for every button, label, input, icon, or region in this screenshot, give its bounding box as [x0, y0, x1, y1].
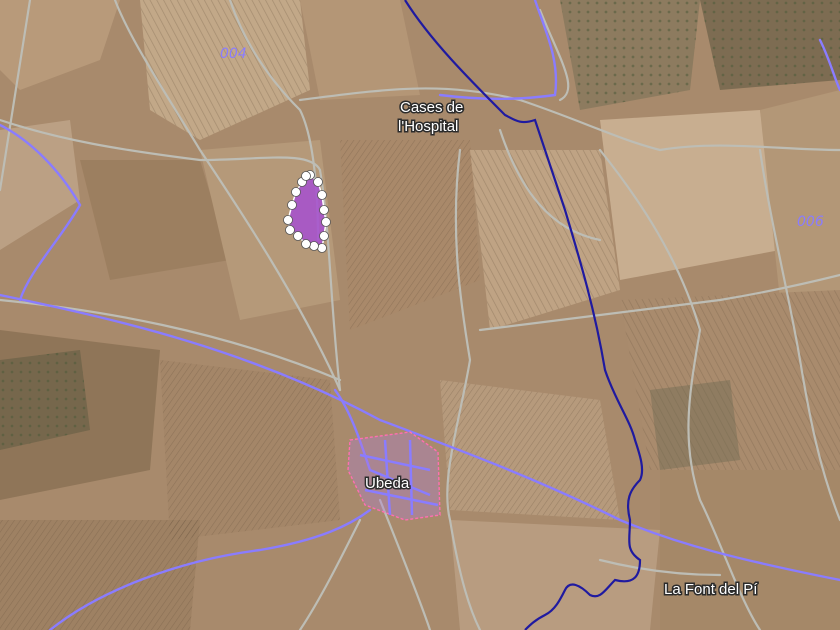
label-town: Ubeda	[365, 475, 410, 492]
label-cases-line1: Cases de	[400, 99, 463, 116]
parcel-vertex-handle[interactable]	[283, 215, 293, 225]
parcel-vertex-handle[interactable]	[313, 177, 323, 187]
parcel-vertex-handle[interactable]	[293, 231, 303, 241]
parcel-vertex-handle[interactable]	[319, 231, 329, 241]
parcel-vertex-handle[interactable]	[301, 239, 311, 249]
parcel-vertex-handle[interactable]	[285, 225, 295, 235]
parcel-code-north-west: 004	[220, 46, 247, 62]
parcel-vertex-handle[interactable]	[319, 205, 329, 215]
parcel-vertex-handle[interactable]	[291, 187, 301, 197]
parcel-vertex-handle[interactable]	[321, 217, 331, 227]
parcel-vertex-handle[interactable]	[309, 241, 319, 251]
map-canvas[interactable]: Cases de l'Hospital Ubeda La Font del Pí…	[0, 0, 840, 630]
label-font-del-pi: La Font del Pí	[664, 581, 758, 598]
parcel-vertex-handle[interactable]	[317, 243, 327, 253]
parcel-vertex-handle[interactable]	[317, 190, 327, 200]
parcel-vertex-handle[interactable]	[301, 171, 311, 181]
label-cases-line2: l'Hospital	[398, 118, 458, 135]
parcel-vertex-handle[interactable]	[287, 200, 297, 210]
map-view[interactable]: Cases de l'Hospital Ubeda La Font del Pí…	[0, 0, 840, 630]
parcel-code-east: 006	[797, 214, 824, 230]
